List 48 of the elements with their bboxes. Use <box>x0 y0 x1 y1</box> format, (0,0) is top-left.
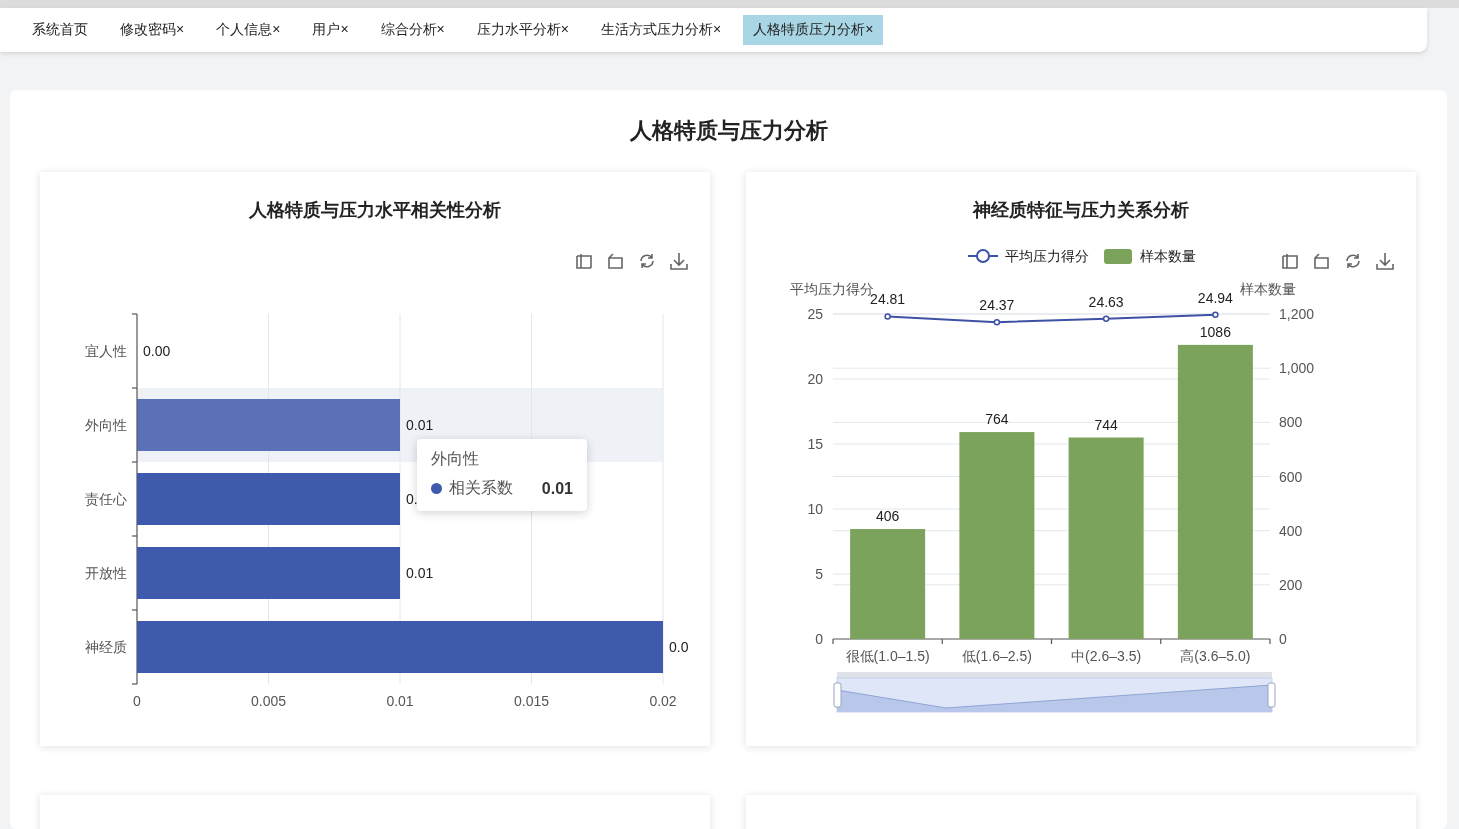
tick-label: 800 <box>1279 414 1303 431</box>
value-label: 24.63 <box>1088 293 1124 310</box>
value-label: 764 <box>985 411 1009 428</box>
value-label: 0.01 <box>406 417 434 433</box>
value-label: 0.00 <box>143 343 171 359</box>
tick-label: 0.01 <box>386 693 414 709</box>
value-label: 406 <box>875 508 900 525</box>
category-label: 宜人性 <box>85 343 127 359</box>
tick-label: 25 <box>807 306 823 322</box>
tick-label: 0.015 <box>514 693 549 709</box>
tick-label: 0 <box>1279 631 1287 647</box>
axis-title: 样本数量 <box>1240 281 1296 297</box>
category-label: 很低(1.0–1.5) <box>845 648 930 664</box>
legend-label: 平均压力得分 <box>1005 248 1089 264</box>
category-label: 开放性 <box>85 565 127 581</box>
category-label: 神经质 <box>85 639 127 655</box>
tick-label: 20 <box>807 371 823 387</box>
tick-label: 600 <box>1279 468 1303 485</box>
value-label: 1086 <box>1199 323 1231 340</box>
tick-label: 0 <box>133 693 141 709</box>
category-label: 责任心 <box>85 491 127 507</box>
series-value: 0.01 <box>541 479 573 498</box>
value-label: 24.37 <box>979 297 1015 314</box>
tick-label: 0 <box>815 631 823 647</box>
tick-label: 10 <box>807 501 823 517</box>
tick-label: 15 <box>807 436 823 452</box>
card-title: 神经质特征与压力关系分析 <box>971 199 1190 222</box>
tick-label: 400 <box>1279 522 1303 539</box>
legend-label: 样本数量 <box>1140 248 1196 264</box>
tick-label: 0.005 <box>251 693 286 709</box>
value-label: 0.0 <box>669 639 689 655</box>
value-label: 24.94 <box>1197 289 1233 306</box>
value-label: 0. <box>406 491 418 507</box>
category-label: 低(1.6–2.5) <box>961 648 1032 664</box>
tooltip-title: 外向性 <box>431 449 480 469</box>
tick-label: 5 <box>815 566 823 582</box>
category-label: 中(2.6–3.5) <box>1071 648 1142 664</box>
series-name: 相关系数 <box>449 478 513 498</box>
tick-label: 200 <box>1279 576 1303 593</box>
tick-label: 1,200 <box>1279 306 1315 322</box>
value-label: 744 <box>1094 416 1118 433</box>
tick-label: 1,000 <box>1279 360 1315 377</box>
card-title: 人格特质与压力水平相关性分析 <box>248 199 502 222</box>
page-title: 人格特质与压力分析 <box>628 117 829 145</box>
category-label: 高(3.6–5.0) <box>1180 648 1251 664</box>
category-label: 外向性 <box>85 417 127 433</box>
value-label: 0.01 <box>406 565 434 581</box>
tick-label: 0.02 <box>649 693 677 709</box>
